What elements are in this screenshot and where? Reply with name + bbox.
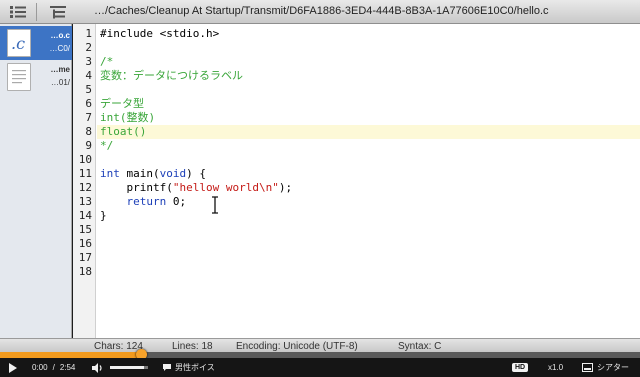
ibeam-cursor-icon xyxy=(212,196,218,214)
play-icon xyxy=(9,362,17,373)
code-line[interactable]: 変数：データにつけるラベル xyxy=(100,69,243,83)
line-number: 18 xyxy=(78,265,92,278)
line-number: 13 xyxy=(78,195,92,208)
file-sidebar: .c …o.c …C0/ …me …01/ xyxy=(0,24,72,338)
sidebar-file-hello-c[interactable]: .c …o.c …C0/ xyxy=(0,26,72,60)
theater-label: シアター xyxy=(597,363,629,372)
code-token: float() xyxy=(100,125,147,138)
line-number: 15 xyxy=(78,223,92,236)
code-line[interactable]: } xyxy=(100,209,107,223)
file-name: …o.c xyxy=(50,31,70,40)
current-time: 0:00 xyxy=(32,363,48,372)
code-token: int xyxy=(100,167,120,180)
code-token: return xyxy=(126,195,167,208)
toolbar-divider xyxy=(36,3,37,21)
file-folder: …01/ xyxy=(50,78,70,87)
line-number: 11 xyxy=(78,167,92,180)
voice-select-button[interactable]: 男性ボイス xyxy=(162,358,215,377)
code-token: ); xyxy=(278,181,293,194)
code-line[interactable]: float() xyxy=(100,125,146,139)
line-number: 2 xyxy=(85,41,92,54)
line-number: 1 xyxy=(85,27,92,40)
code-line[interactable]: /* xyxy=(100,55,113,69)
line-number: 7 xyxy=(85,111,92,124)
code-line[interactable]: int main(void) { xyxy=(100,167,206,181)
line-number: 8 xyxy=(85,125,92,138)
outline-button[interactable] xyxy=(44,2,72,22)
line-number: 10 xyxy=(78,153,92,166)
play-button[interactable] xyxy=(8,358,17,377)
status-chars: Chars: 124 xyxy=(94,341,143,352)
code-line[interactable]: データ型 xyxy=(100,97,144,111)
c-source-file-icon: .c xyxy=(7,29,31,57)
code-editor[interactable]: 1 2 3 4 5 6 7 8 9 10 11 12 13 14 15 16 17 18 #include <st… xyxy=(73,24,640,338)
code-line[interactable]: return 0; xyxy=(100,195,187,209)
video-player-controls: 0:00 / 2:54 男性ボイス HD x1.0 シアター xyxy=(0,358,640,377)
code-token: "hellow world\n" xyxy=(172,181,279,194)
code-token: */ xyxy=(100,139,114,152)
status-encoding[interactable]: Encoding: Unicode (UTF-8) xyxy=(236,341,358,352)
status-syntax[interactable]: Syntax: C xyxy=(398,341,441,352)
list-icon xyxy=(10,6,26,18)
volume-icon xyxy=(92,362,102,373)
sidebar-file-readme[interactable]: …me …01/ xyxy=(0,60,72,94)
line-number-gutter: 1 2 3 4 5 6 7 8 9 10 11 12 13 14 15 16 17 18 xyxy=(73,24,96,338)
outline-icon xyxy=(50,6,66,19)
code-token: main( xyxy=(119,167,160,180)
status-lines: Lines: 18 xyxy=(172,341,213,352)
line-number: 14 xyxy=(78,209,92,222)
duration: 2:54 xyxy=(59,363,76,372)
speech-bubble-icon xyxy=(163,364,171,371)
line-number: 12 xyxy=(78,181,92,194)
code-token: #include <stdio.h> xyxy=(100,27,220,40)
volume-fill xyxy=(110,366,145,369)
speed-label: x1.0 xyxy=(548,363,564,372)
code-line[interactable]: printf("hellow world\n"); xyxy=(100,181,292,195)
volume-slider[interactable] xyxy=(110,366,148,369)
time-separator: / xyxy=(52,363,55,372)
code-token: データ型 xyxy=(100,97,144,110)
file-path: …/Caches/Cleanup At Startup/Transmit/D6F… xyxy=(94,5,549,17)
file-folder: …C0/ xyxy=(49,44,70,53)
status-bar: Chars: 124 Lines: 18 Encoding: Unicode (… xyxy=(0,338,640,352)
code-token: 変数：データにつけるラベル xyxy=(100,69,243,82)
time-display: 0:00 / 2:54 xyxy=(32,358,75,377)
theater-mode-button[interactable]: シアター xyxy=(582,358,629,377)
line-number: 6 xyxy=(85,97,92,110)
code-token: /* xyxy=(100,55,114,68)
toolbar: …/Caches/Cleanup At Startup/Transmit/D6F… xyxy=(0,0,640,24)
line-number: 17 xyxy=(78,251,92,264)
text-lines-icon xyxy=(12,70,26,84)
document-file-icon xyxy=(7,63,31,91)
playback-speed-button[interactable]: x1.0 xyxy=(548,358,563,377)
code-line[interactable]: #include <stdio.h> xyxy=(100,27,219,41)
code-token: printf( xyxy=(100,181,173,194)
hd-badge: HD xyxy=(512,363,529,372)
current-line-highlight xyxy=(97,125,640,139)
mute-button[interactable] xyxy=(92,358,104,377)
list-view-button[interactable] xyxy=(4,2,32,22)
code-line[interactable]: int(整数) xyxy=(100,111,155,125)
hd-toggle[interactable]: HD xyxy=(512,358,529,377)
code-token: ) { xyxy=(186,167,206,180)
code-token: } xyxy=(100,209,107,222)
theater-icon xyxy=(582,363,593,372)
line-number: 16 xyxy=(78,237,92,250)
line-number: 5 xyxy=(85,83,92,96)
code-token: void xyxy=(159,167,187,180)
code-line[interactable]: */ xyxy=(100,139,113,153)
code-token: 0; xyxy=(166,195,187,208)
line-number: 9 xyxy=(85,139,92,152)
voice-label: 男性ボイス xyxy=(175,363,215,372)
line-number: 4 xyxy=(85,69,92,82)
code-token: int(整数) xyxy=(100,111,156,124)
file-name: …me xyxy=(50,65,70,74)
line-number: 3 xyxy=(85,55,92,68)
